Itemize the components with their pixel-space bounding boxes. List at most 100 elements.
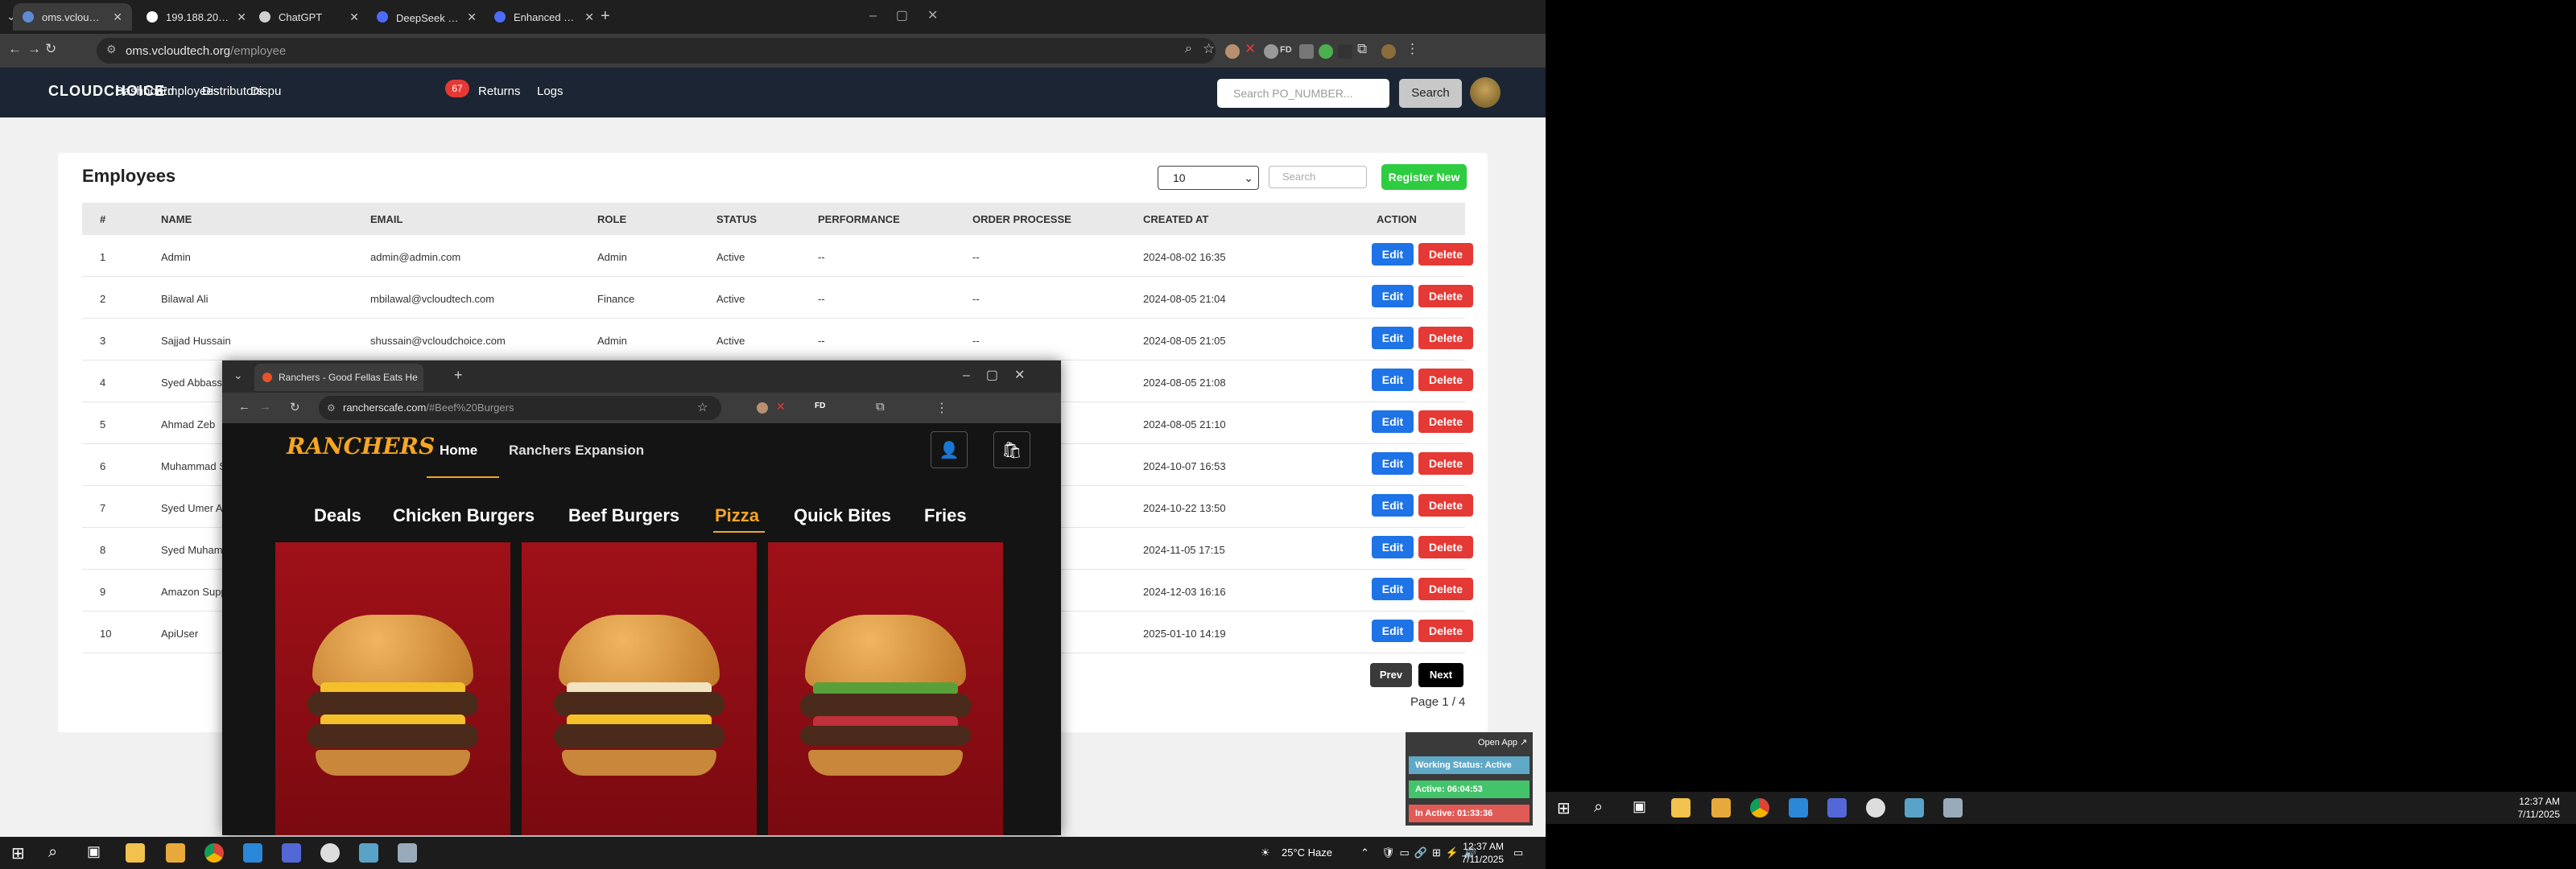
ranchers-logo[interactable]: RANCHERS bbox=[287, 433, 435, 459]
category-pizza[interactable]: Pizza bbox=[715, 505, 759, 526]
forward-icon[interactable]: → bbox=[27, 41, 41, 57]
tray-chevron-icon[interactable]: ⌃ bbox=[1360, 846, 1369, 859]
bookmark-star-icon[interactable]: ☆ bbox=[697, 396, 708, 420]
browser-tab[interactable]: ChatGPT ✕ bbox=[250, 3, 369, 31]
nav-returns[interactable]: Returns bbox=[478, 84, 521, 98]
product-image[interactable] bbox=[768, 542, 1003, 835]
edit-button[interactable]: Edit bbox=[1372, 285, 1414, 307]
app-icon[interactable] bbox=[398, 843, 417, 863]
employee-search-input[interactable]: Search bbox=[1269, 166, 1367, 188]
nav-logs[interactable]: Logs bbox=[537, 84, 564, 98]
window-controls[interactable]: –▢✕ bbox=[869, 7, 957, 23]
edit-button[interactable]: Edit bbox=[1372, 327, 1414, 349]
extension-icon[interactable] bbox=[1264, 44, 1278, 59]
product-image[interactable] bbox=[275, 542, 510, 835]
weather-text[interactable]: 25°C Haze bbox=[1282, 846, 1332, 859]
edit-button[interactable]: Edit bbox=[1372, 578, 1414, 600]
new-tab-button[interactable]: + bbox=[454, 367, 463, 384]
fd-extension-icon[interactable]: FD bbox=[1280, 45, 1292, 55]
delete-button[interactable]: Delete bbox=[1418, 285, 1473, 307]
extensions-puzzle-icon[interactable]: ⧉ bbox=[1357, 41, 1367, 57]
user-avatar[interactable] bbox=[1470, 77, 1501, 108]
clock[interactable]: 12:37 AM 7/11/2025 bbox=[2512, 795, 2561, 821]
task-view-icon[interactable]: ▣ bbox=[1633, 798, 1646, 815]
edit-button[interactable]: Edit bbox=[1372, 369, 1414, 391]
notification-icon[interactable]: ▭ bbox=[1513, 846, 1523, 859]
app-icon[interactable] bbox=[359, 843, 378, 863]
zm-app-icon[interactable] bbox=[1827, 798, 1847, 818]
nav-disputes[interactable]: Dispu bbox=[250, 84, 281, 98]
clock[interactable]: 12:37 AM 7/11/2025 bbox=[1455, 840, 1505, 866]
popup-address-bar[interactable]: ⚙ rancherscafe.com/#Beef%20Burgers ☆ bbox=[319, 396, 721, 420]
chrome-icon[interactable] bbox=[204, 843, 224, 863]
product-image[interactable] bbox=[522, 542, 757, 835]
category-chicken-burgers[interactable]: Chicken Burgers bbox=[393, 505, 535, 526]
extensions-puzzle-icon[interactable]: ⧉ bbox=[876, 400, 885, 414]
delete-button[interactable]: Delete bbox=[1418, 494, 1473, 517]
po-search-button[interactable]: Search bbox=[1399, 79, 1462, 108]
close-tab-icon[interactable]: ✕ bbox=[584, 10, 594, 24]
edit-button[interactable]: Edit bbox=[1372, 536, 1414, 558]
app-icon[interactable] bbox=[1905, 798, 1924, 818]
zm-app-icon[interactable] bbox=[282, 843, 301, 863]
browser-tab[interactable]: DeepSeek | 深度求索 ✕ bbox=[367, 3, 486, 31]
extension-icon[interactable] bbox=[757, 402, 768, 414]
edit-button[interactable]: Edit bbox=[1372, 452, 1414, 475]
app-icon[interactable] bbox=[1943, 798, 1963, 818]
ranchers-nav-home[interactable]: Home bbox=[440, 443, 477, 459]
category-deals[interactable]: Deals bbox=[314, 505, 361, 526]
user-account-icon[interactable]: 👤 bbox=[931, 431, 968, 468]
weather-icon[interactable]: ☀ bbox=[1261, 846, 1270, 859]
category-beef-burgers[interactable]: Beef Burgers bbox=[568, 505, 679, 526]
back-icon[interactable]: ← bbox=[8, 41, 22, 57]
back-icon[interactable]: ← bbox=[238, 400, 250, 414]
profile-avatar[interactable] bbox=[1381, 44, 1396, 59]
address-bar[interactable]: ⚙ oms.vcloudtech.org/employee ⌕ ☆ bbox=[97, 38, 1216, 64]
app-icon[interactable] bbox=[1866, 798, 1885, 818]
app-icon[interactable] bbox=[320, 843, 340, 863]
tab-search-icon[interactable]: ⌄ bbox=[233, 369, 243, 382]
menu-dots-icon[interactable]: ⋮ bbox=[935, 400, 948, 416]
site-info-icon[interactable]: ⚙ bbox=[327, 396, 336, 420]
register-new-button[interactable]: Register New bbox=[1381, 164, 1467, 190]
vscode-icon[interactable] bbox=[1789, 798, 1808, 818]
extension-icon[interactable] bbox=[1319, 44, 1333, 59]
zoom-icon[interactable]: ⌕ bbox=[1185, 42, 1192, 56]
delete-button[interactable]: Delete bbox=[1418, 410, 1473, 433]
browser-tab[interactable]: Enhanced PO Generation for M ✕ bbox=[485, 3, 604, 31]
store-icon[interactable] bbox=[166, 843, 185, 863]
extension-icon[interactable] bbox=[1225, 44, 1240, 59]
page-size-select[interactable]: 10 ⌄ bbox=[1158, 166, 1259, 190]
edit-button[interactable]: Edit bbox=[1372, 620, 1414, 642]
close-tab-icon[interactable]: ✕ bbox=[113, 10, 122, 24]
edit-button[interactable]: Edit bbox=[1372, 410, 1414, 433]
close-tab-icon[interactable]: ✕ bbox=[237, 10, 246, 24]
new-tab-button[interactable]: + bbox=[601, 7, 610, 26]
extension-close-icon[interactable]: ✕ bbox=[1245, 41, 1256, 57]
search-icon[interactable]: ⌕ bbox=[48, 843, 57, 862]
windows-start-icon[interactable]: ⊞ bbox=[1557, 798, 1571, 818]
ranchers-nav-expansion[interactable]: Ranchers Expansion bbox=[509, 443, 644, 459]
delete-button[interactable]: Delete bbox=[1418, 243, 1473, 266]
reload-icon[interactable]: ↻ bbox=[45, 41, 56, 57]
open-app-link[interactable]: Open App ↗ bbox=[1478, 737, 1527, 748]
edit-button[interactable]: Edit bbox=[1372, 494, 1414, 517]
delete-button[interactable]: Delete bbox=[1418, 536, 1473, 558]
menu-dots-icon[interactable]: ⋮ bbox=[1406, 41, 1419, 57]
browser-tab[interactable]: oms.vcloudtech.org/employee ✕ bbox=[13, 3, 132, 31]
task-view-icon[interactable]: ▣ bbox=[87, 843, 101, 860]
close-tab-icon[interactable]: ✕ bbox=[467, 10, 477, 24]
extension-icon[interactable] bbox=[1299, 44, 1314, 59]
file-explorer-icon[interactable] bbox=[126, 843, 145, 863]
shopping-bag-icon[interactable]: 🛍 bbox=[993, 431, 1030, 468]
vscode-icon[interactable] bbox=[243, 843, 262, 863]
delete-button[interactable]: Delete bbox=[1418, 452, 1473, 475]
fd-extension-icon[interactable]: FD bbox=[815, 402, 825, 410]
edit-button[interactable]: Edit bbox=[1372, 243, 1414, 266]
chrome-icon[interactable] bbox=[1750, 798, 1769, 818]
category-fries[interactable]: Fries bbox=[924, 505, 967, 526]
prev-page-button[interactable]: Prev bbox=[1370, 663, 1412, 687]
category-quick-bites[interactable]: Quick Bites bbox=[794, 505, 891, 526]
bookmark-star-icon[interactable]: ☆ bbox=[1203, 41, 1215, 57]
delete-button[interactable]: Delete bbox=[1418, 578, 1473, 600]
